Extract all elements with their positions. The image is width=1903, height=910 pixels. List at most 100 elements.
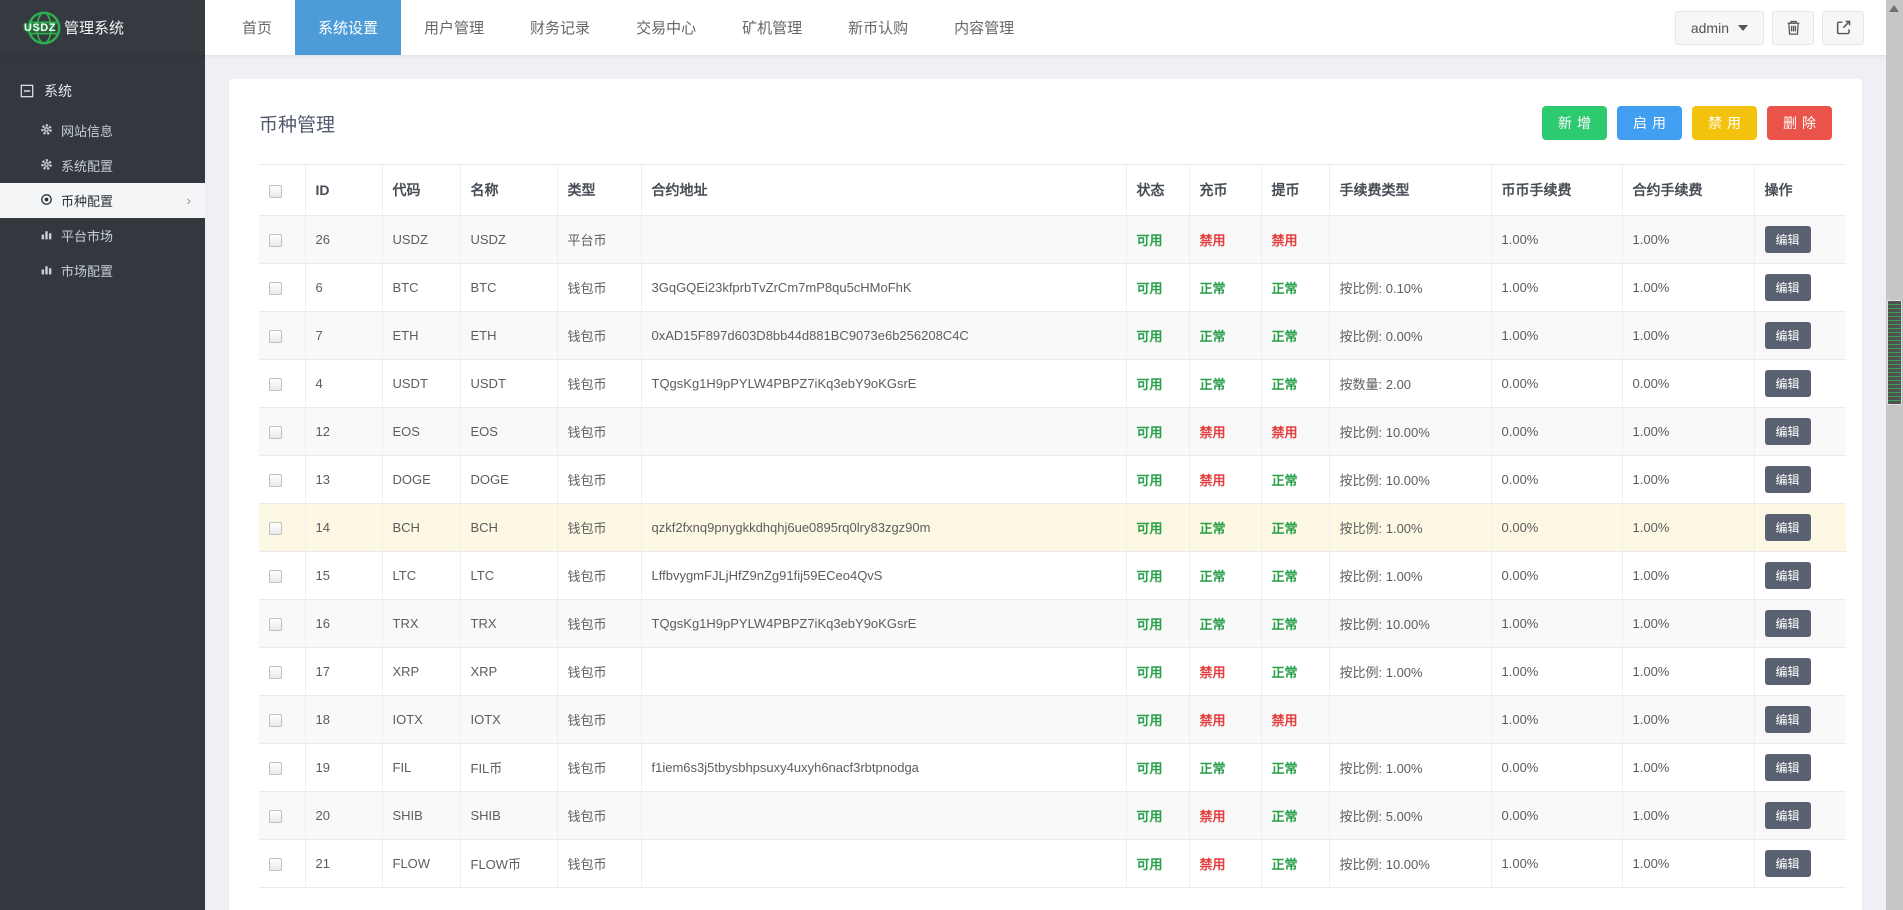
- edit-button[interactable]: 编辑: [1765, 322, 1811, 349]
- col-header-2: 名称: [460, 165, 557, 216]
- table-row: 6BTCBTC钱包币3GqGQEi23kfprbTvZrCm7mP8qu5cHM…: [259, 264, 1846, 312]
- nav-item-0[interactable]: 首页: [219, 0, 295, 55]
- nav-item-3[interactable]: 财务记录: [507, 0, 613, 55]
- chevron-right-icon: ›: [187, 193, 191, 208]
- brand-logo[interactable]: USDZ 管理系统: [0, 0, 205, 55]
- currency-table-wrap: ID代码名称类型合约地址状态充币提币手续费类型币币手续费合约手续费操作 26US…: [229, 164, 1862, 910]
- select-all-checkbox[interactable]: [269, 185, 282, 198]
- content-card: 币种管理 新增启用禁用删除 ID代码名称类型合约地址状态充币提币手续费类型币币手…: [229, 79, 1862, 910]
- sidebar-item-4[interactable]: 市场配置: [0, 253, 205, 288]
- table-row: 21FLOWFLOW币钱包币可用禁用正常按比例: 10.00%1.00%1.00…: [259, 840, 1846, 888]
- minus-square-icon: [20, 84, 34, 98]
- edit-button[interactable]: 编辑: [1765, 274, 1811, 301]
- col-header-10: 合约手续费: [1622, 165, 1754, 216]
- row-checkbox[interactable]: [269, 666, 282, 679]
- col-header-5: 状态: [1126, 165, 1189, 216]
- edit-button[interactable]: 编辑: [1765, 370, 1811, 397]
- row-checkbox[interactable]: [269, 426, 282, 439]
- nav-item-4[interactable]: 交易中心: [613, 0, 719, 55]
- edit-button[interactable]: 编辑: [1765, 850, 1811, 877]
- col-header-4: 合约地址: [641, 165, 1126, 216]
- edit-button[interactable]: 编辑: [1765, 610, 1811, 637]
- row-checkbox[interactable]: [269, 330, 282, 343]
- row-checkbox[interactable]: [269, 762, 282, 775]
- top-nav: 首页系统设置用户管理财务记录交易中心矿机管理新币认购内容管理: [219, 0, 1037, 55]
- edit-button[interactable]: 编辑: [1765, 466, 1811, 493]
- action-button-1[interactable]: 启用: [1617, 106, 1682, 140]
- edit-button[interactable]: 编辑: [1765, 226, 1811, 253]
- chart-icon: [40, 263, 53, 279]
- edit-button[interactable]: 编辑: [1765, 418, 1811, 445]
- table-row: 4USDTUSDT钱包币TQgsKg1H9pPYLW4PBPZ7iKq3ebY9…: [259, 360, 1846, 408]
- action-buttons: 新增启用禁用删除: [1542, 106, 1832, 140]
- table-row: 12EOSEOS钱包币可用禁用禁用按比例: 10.00%0.00%1.00%编辑: [259, 408, 1846, 456]
- gear-icon: [40, 123, 53, 139]
- scrollbar[interactable]: [1886, 0, 1903, 910]
- col-header-9: 币币手续费: [1491, 165, 1622, 216]
- nav-item-7[interactable]: 内容管理: [931, 0, 1037, 55]
- scroll-up-arrow-icon[interactable]: [1889, 5, 1899, 12]
- edit-button[interactable]: 编辑: [1765, 802, 1811, 829]
- gear-icon: [40, 158, 53, 174]
- col-header-6: 充币: [1189, 165, 1261, 216]
- scrollbar-thumb[interactable]: [1887, 300, 1902, 405]
- admin-username: admin: [1691, 20, 1729, 36]
- dot-icon: [40, 193, 53, 209]
- sidebar-item-1[interactable]: 系统配置: [0, 148, 205, 183]
- top-bar: USDZ 管理系统 首页系统设置用户管理财务记录交易中心矿机管理新币认购内容管理…: [0, 0, 1886, 55]
- action-button-3[interactable]: 删除: [1767, 106, 1832, 140]
- edit-button[interactable]: 编辑: [1765, 514, 1811, 541]
- row-checkbox[interactable]: [269, 714, 282, 727]
- col-header-11: 操作: [1754, 165, 1846, 216]
- table-row: 14BCHBCH钱包币qzkf2fxnq9pnygkkdhqhj6ue0895r…: [259, 504, 1846, 552]
- row-checkbox[interactable]: [269, 810, 282, 823]
- logout-button[interactable]: [1822, 11, 1864, 45]
- table-row: 15LTCLTC钱包币LffbvygmFJLjHfZ9nZg91fij59ECe…: [259, 552, 1846, 600]
- table-row: 19FILFIL币钱包币f1iem6s3j5tbysbhpsuxy4uxyh6n…: [259, 744, 1846, 792]
- row-checkbox[interactable]: [269, 618, 282, 631]
- sidebar-item-0[interactable]: 网站信息: [0, 113, 205, 148]
- logout-icon: [1835, 19, 1852, 36]
- action-button-0[interactable]: 新增: [1542, 106, 1607, 140]
- row-checkbox[interactable]: [269, 570, 282, 583]
- table-row: 16TRXTRX钱包币TQgsKg1H9pPYLW4PBPZ7iKq3ebY9o…: [259, 600, 1846, 648]
- brand-title: 管理系统: [64, 17, 124, 38]
- col-header-3: 类型: [557, 165, 641, 216]
- sidebar-group-label: 系统: [44, 81, 72, 101]
- chart-icon: [40, 228, 53, 244]
- table-row: 18IOTXIOTX钱包币可用禁用禁用1.00%1.00%编辑: [259, 696, 1846, 744]
- admin-dropdown[interactable]: admin: [1675, 11, 1764, 45]
- sidebar-item-3[interactable]: 平台市场: [0, 218, 205, 253]
- table-row: 26USDZUSDZ平台币可用禁用禁用1.00%1.00%编辑: [259, 216, 1846, 264]
- nav-item-6[interactable]: 新币认购: [825, 0, 931, 55]
- row-checkbox[interactable]: [269, 858, 282, 871]
- topbar-right: admin: [1675, 0, 1886, 55]
- edit-button[interactable]: 编辑: [1765, 706, 1811, 733]
- sidebar-item-2[interactable]: 币种配置›: [0, 183, 205, 218]
- col-header-7: 提币: [1261, 165, 1329, 216]
- nav-item-1[interactable]: 系统设置: [295, 0, 401, 55]
- row-checkbox[interactable]: [269, 378, 282, 391]
- edit-button[interactable]: 编辑: [1765, 562, 1811, 589]
- sidebar: 系统 网站信息系统配置币种配置›平台市场市场配置: [0, 55, 205, 910]
- main-content: 币种管理 新增启用禁用删除 ID代码名称类型合约地址状态充币提币手续费类型币币手…: [205, 55, 1886, 910]
- table-row: 7ETHETH钱包币0xAD15F897d603D8bb44d881BC9073…: [259, 312, 1846, 360]
- nav-item-5[interactable]: 矿机管理: [719, 0, 825, 55]
- page-title: 币种管理: [259, 110, 335, 137]
- row-checkbox[interactable]: [269, 234, 282, 247]
- trash-button[interactable]: [1772, 11, 1814, 45]
- edit-button[interactable]: 编辑: [1765, 754, 1811, 781]
- row-checkbox[interactable]: [269, 282, 282, 295]
- nav-item-2[interactable]: 用户管理: [401, 0, 507, 55]
- table-row: 13DOGEDOGE钱包币可用禁用正常按比例: 10.00%0.00%1.00%…: [259, 456, 1846, 504]
- table-row: 20SHIBSHIB钱包币可用禁用正常按比例: 5.00%0.00%1.00%编…: [259, 792, 1846, 840]
- brand-logo-text: USDZ: [24, 22, 56, 34]
- row-checkbox[interactable]: [269, 522, 282, 535]
- action-button-2[interactable]: 禁用: [1692, 106, 1757, 140]
- edit-button[interactable]: 编辑: [1765, 658, 1811, 685]
- sidebar-group-system[interactable]: 系统: [0, 69, 205, 113]
- row-checkbox[interactable]: [269, 474, 282, 487]
- globe-icon: USDZ: [26, 10, 62, 46]
- col-header-8: 手续费类型: [1329, 165, 1491, 216]
- currency-table: ID代码名称类型合约地址状态充币提币手续费类型币币手续费合约手续费操作 26US…: [259, 164, 1846, 888]
